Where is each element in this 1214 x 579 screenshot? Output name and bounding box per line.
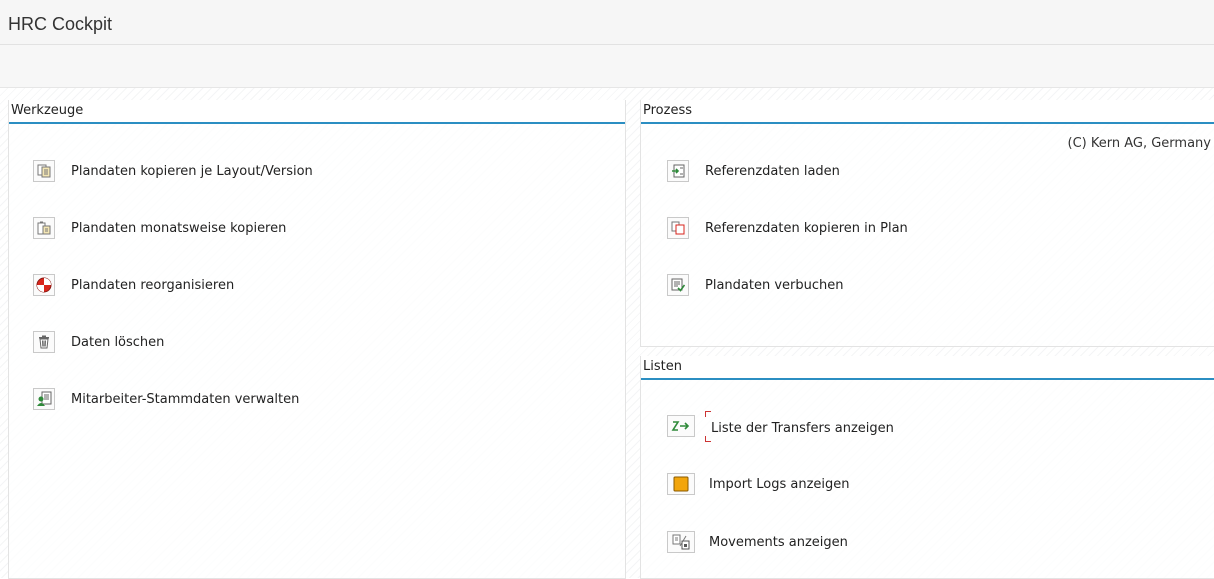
item-label: Referenzdaten kopieren in Plan: [705, 221, 908, 236]
item-label: Mitarbeiter-Stammdaten verwalten: [71, 392, 299, 407]
employee-data-icon[interactable]: [33, 388, 55, 410]
listen-header: Listen: [641, 356, 1214, 380]
item-label: Daten löschen: [71, 335, 164, 350]
referenzdaten-laden-item[interactable]: Referenzdaten laden: [667, 158, 840, 184]
item-label: Plandaten verbuchen: [705, 278, 844, 293]
trash-icon[interactable]: [33, 331, 55, 353]
prozess-header: Prozess: [641, 100, 1214, 124]
item-label: Import Logs anzeigen: [709, 477, 850, 492]
daten-loeschen-item[interactable]: Daten löschen: [33, 329, 164, 355]
copyright-text: (C) Kern AG, Germany: [1068, 136, 1211, 151]
movements-item[interactable]: Movements anzeigen: [667, 529, 848, 555]
movements-icon[interactable]: [667, 531, 695, 553]
title-bar: HRC Cockpit: [0, 0, 1214, 45]
copy-monthly-icon[interactable]: [33, 217, 55, 239]
reorganize-icon[interactable]: [33, 274, 55, 296]
load-data-icon[interactable]: [667, 160, 689, 182]
copy-icon[interactable]: [667, 217, 689, 239]
liste-transfers-item[interactable]: Liste der Transfers anzeigen: [667, 413, 894, 439]
copy-layout-icon[interactable]: [33, 160, 55, 182]
item-label: Movements anzeigen: [709, 535, 848, 550]
post-document-icon[interactable]: [667, 274, 689, 296]
focus-indicator: Liste der Transfers anzeigen: [705, 417, 894, 436]
listen-panel: Listen Liste der Transfers anzeigen Impo…: [640, 356, 1214, 579]
plandaten-verbuchen-item[interactable]: Plandaten verbuchen: [667, 272, 844, 298]
content-area: Werkzeuge Plandaten kopieren je Layout/V…: [0, 88, 1214, 578]
item-label: Plandaten reorganisieren: [71, 278, 234, 293]
werkzeuge-panel: Werkzeuge Plandaten kopieren je Layout/V…: [8, 100, 626, 579]
prozess-panel: Prozess (C) Kern AG, Germany Referenzdat…: [640, 100, 1214, 347]
plandaten-monatsweise-item[interactable]: Plandaten monatsweise kopieren: [33, 215, 286, 241]
application-toolbar: [0, 45, 1214, 88]
item-label: Plandaten monatsweise kopieren: [71, 221, 286, 236]
referenzdaten-kopieren-item[interactable]: Referenzdaten kopieren in Plan: [667, 215, 908, 241]
werkzeuge-header: Werkzeuge: [9, 100, 625, 124]
item-label: Liste der Transfers anzeigen: [711, 421, 894, 436]
transfer-icon[interactable]: [667, 415, 695, 437]
log-icon[interactable]: [667, 473, 695, 495]
plandaten-kopieren-layout-item[interactable]: Plandaten kopieren je Layout/Version: [33, 158, 313, 184]
plandaten-reorganisieren-item[interactable]: Plandaten reorganisieren: [33, 272, 234, 298]
window-title: HRC Cockpit: [8, 14, 112, 35]
import-logs-item[interactable]: Import Logs anzeigen: [667, 471, 850, 497]
item-label: Plandaten kopieren je Layout/Version: [71, 164, 313, 179]
mitarbeiter-stammdaten-item[interactable]: Mitarbeiter-Stammdaten verwalten: [33, 386, 299, 412]
item-label: Referenzdaten laden: [705, 164, 840, 179]
